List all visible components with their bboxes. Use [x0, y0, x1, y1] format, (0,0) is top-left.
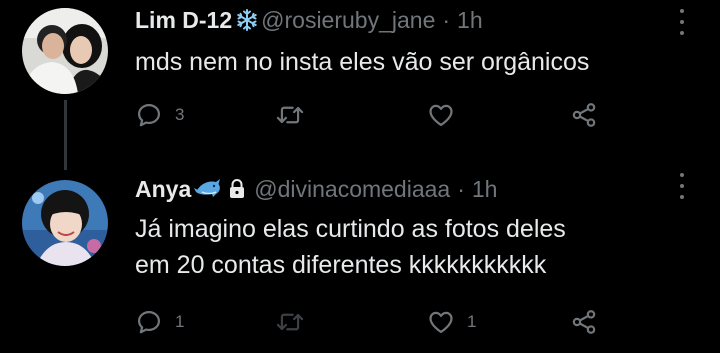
- tweet-text-line: Já imagino elas curtindo as fotos deles: [135, 215, 566, 243]
- author-name[interactable]: Anya: [135, 176, 191, 203]
- author-name[interactable]: Lim D-12: [135, 7, 232, 34]
- tweet-parent[interactable]: Lim D-12 @rosieruby_jane · 1h mds nem no…: [0, 0, 720, 170]
- author-handle[interactable]: @rosieruby_jane: [261, 7, 435, 34]
- heart-icon: [429, 104, 453, 127]
- like-button[interactable]: [427, 97, 467, 133]
- avatar[interactable]: [22, 180, 108, 266]
- retweet-button[interactable]: [275, 97, 317, 133]
- tweet-text-line: em 20 contas diferentes kkkkkkkkkkk: [135, 251, 547, 279]
- reply-count: 1: [175, 312, 185, 331]
- more-options-icon[interactable]: [674, 9, 690, 35]
- separator-dot: ·: [442, 6, 451, 33]
- reply-count: 3: [175, 105, 185, 124]
- reply-icon: [137, 310, 161, 334]
- tweet-text: mds nem no insta eles vão ser orgânicos: [135, 44, 695, 80]
- retweet-button[interactable]: [275, 304, 317, 340]
- avatar-photo: [22, 8, 108, 94]
- timestamp[interactable]: 1h: [472, 176, 498, 203]
- lock-icon: [228, 178, 246, 200]
- tweet-reply[interactable]: Anya @divinacomediaaa · 1h Já imagino el…: [0, 170, 720, 353]
- tweet-header: Lim D-12 @rosieruby_jane · 1h: [135, 3, 483, 37]
- avatar[interactable]: [22, 8, 108, 94]
- more-options-icon[interactable]: [674, 173, 690, 199]
- reply-button[interactable]: 1: [135, 304, 184, 340]
- like-button[interactable]: 1: [427, 304, 476, 340]
- share-button[interactable]: [570, 97, 598, 133]
- like-count: 1: [467, 312, 477, 331]
- heart-icon: [429, 311, 453, 334]
- dolphin-icon: [194, 176, 222, 202]
- timestamp[interactable]: 1h: [457, 7, 483, 34]
- tweet-actions: 3: [0, 97, 720, 133]
- avatar-photo: [22, 180, 108, 266]
- tweet-text-line: mds nem no insta eles vão ser orgânicos: [135, 48, 590, 76]
- retweet-icon: [276, 313, 304, 331]
- tweet-header: Anya @divinacomediaaa · 1h: [135, 172, 497, 206]
- separator-dot: ·: [457, 175, 465, 202]
- retweet-icon: [276, 106, 304, 124]
- share-icon: [572, 103, 596, 127]
- share-button[interactable]: [570, 304, 598, 340]
- reply-button[interactable]: 3: [135, 97, 184, 133]
- author-handle[interactable]: @divinacomediaaa: [254, 176, 450, 203]
- reply-icon: [137, 103, 161, 127]
- snowflake-icon: [235, 8, 259, 32]
- share-icon: [572, 310, 596, 334]
- tweet-text: Já imagino elas curtindo as fotos deles …: [135, 211, 695, 283]
- tweet-actions: 1 1: [0, 304, 720, 340]
